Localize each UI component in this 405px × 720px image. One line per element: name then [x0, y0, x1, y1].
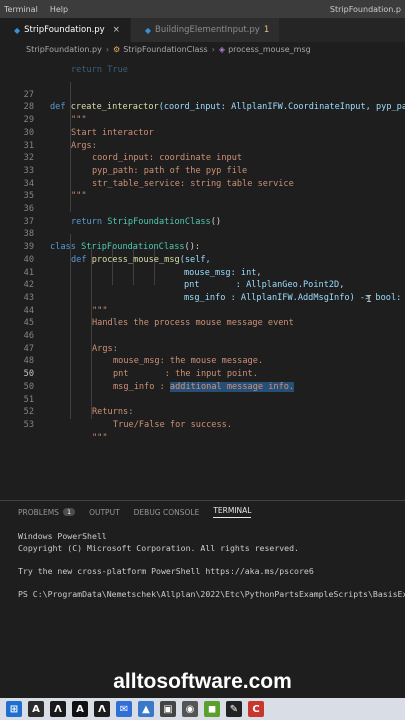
text-cursor-icon: I: [366, 294, 373, 305]
python-file-icon: ◆: [14, 25, 21, 35]
watermark: alltosoftware.com: [113, 670, 292, 693]
panel-tabs: PROBLEMS 1 OUTPUT DEBUG CONSOLE TERMINAL: [0, 501, 405, 523]
code-line: 30 Args:: [0, 114, 405, 151]
tab-label: PROBLEMS: [18, 507, 59, 517]
code-line: 33 str_table_service: string table servi…: [0, 152, 405, 189]
code-line: 40 mouse_msg: int,: [0, 241, 405, 278]
terminal-prompt: PS C:\ProgramData\Nemetschek\Allplan\202…: [18, 588, 405, 599]
code-line: 48 pnt : the input point.: [0, 343, 405, 379]
tab-debug-console[interactable]: DEBUG CONSOLE: [134, 508, 200, 517]
code-line: 38 class StripFoundationClass():: [0, 216, 405, 252]
terminal-line: Windows PowerShell: [18, 531, 107, 541]
code-line: 45: [0, 305, 405, 328]
code-line: 34 """: [0, 165, 405, 202]
code-line: 50: [0, 368, 405, 392]
code-line: 52 True/False for success.: [0, 394, 405, 430]
tab-terminal[interactable]: TERMINAL: [213, 506, 252, 518]
code-line: 37: [0, 203, 405, 227]
code-text: """: [92, 432, 108, 443]
code-line: 43 """: [0, 279, 405, 316]
python-file-icon: ◆: [144, 25, 151, 35]
code-text: True/False for success.: [113, 419, 232, 430]
tab-strip-foundation[interactable]: ◆ StripFoundation.py ×: [0, 18, 131, 42]
app-a-icon[interactable]: Ʌ: [50, 701, 66, 717]
code-line: return True: [0, 51, 405, 75]
tab-problem-badge: 1: [263, 25, 270, 35]
problems-count-badge: 1: [62, 508, 76, 516]
code-line: 41 pnt : AllplanGeo.Point2D,: [0, 254, 405, 291]
taskbar: ⊞ A Ʌ A Λ ✉ ▲ ▣ ◉ ◼ ✎ C: [0, 698, 405, 720]
menu-terminal[interactable]: Terminal: [0, 5, 46, 14]
code-line: 28 """: [0, 89, 405, 125]
tab-problems[interactable]: PROBLEMS 1: [18, 507, 76, 517]
tool-icon[interactable]: ✎: [226, 701, 242, 717]
code-line: 44 Handles the process mouse message eve…: [0, 292, 405, 329]
code-line: 27 def create_interactor(coord_input: Al…: [0, 76, 405, 113]
app-icon[interactable]: ◉: [182, 701, 198, 717]
chat-icon[interactable]: ▲: [138, 701, 154, 717]
outlook-icon[interactable]: ✉: [116, 701, 132, 717]
code-line: 51 Returns:: [0, 381, 405, 418]
tab-label: BuildingElementInput.py: [155, 25, 260, 35]
code-line: 46 Args:: [0, 317, 405, 354]
allplan-icon[interactable]: A: [72, 701, 88, 717]
code-line: 32 pyp_path: path of the pyp file: [0, 140, 405, 176]
tab-output[interactable]: OUTPUT: [89, 508, 120, 517]
editor-tabs: ◆ StripFoundation.py × ◆ BuildingElement…: [0, 18, 405, 42]
code-line: 42 msg_info : AllplanIFW.AddMsgInfo) -> …: [0, 267, 405, 303]
photos-icon[interactable]: ▣: [160, 701, 176, 717]
close-icon[interactable]: ×: [113, 25, 120, 35]
recorder-icon[interactable]: ◼: [204, 701, 220, 717]
code-line: 36 return StripFoundationClass(): [0, 190, 405, 227]
code-text: return True: [71, 64, 128, 75]
terminal-line: Copyright (C) Microsoft Corporation. All…: [18, 542, 299, 553]
code-line-current: 50 msg_info : additional message info.: [0, 355, 405, 392]
window-title: StripFoundation.p: [329, 4, 401, 14]
red-app-icon[interactable]: C: [248, 701, 264, 717]
code-line: 53 """: [0, 406, 405, 443]
tab-label: StripFoundation.py: [24, 25, 105, 35]
terminal-output[interactable]: Windows PowerShell Copyright (C) Microso…: [0, 531, 405, 600]
code-line: 35: [0, 178, 405, 201]
line-number: 53: [23, 419, 34, 430]
tab-building-element-input[interactable]: ◆ BuildingElementInput.py 1: [130, 18, 281, 42]
code-line: 31 coord_input: coordinate input: [0, 127, 405, 164]
windows-icon[interactable]: ⊞: [6, 701, 22, 717]
menu-bar: Terminal Help StripFoundation.p: [0, 0, 405, 18]
menu-help[interactable]: Help: [46, 5, 76, 14]
search-icon[interactable]: A: [28, 701, 44, 717]
code-line: 47 mouse_msg: the mouse message.: [0, 330, 405, 367]
terminal-line: Try the new cross-platform PowerShell ht…: [18, 565, 314, 576]
lambda-icon[interactable]: Λ: [94, 701, 110, 717]
code-editor[interactable]: return True 27 def create_interactor(coo…: [0, 56, 405, 490]
code-line: 29 Start interactor: [0, 101, 405, 138]
code-line: 39 def process_mouse_msg(self,: [0, 228, 405, 265]
